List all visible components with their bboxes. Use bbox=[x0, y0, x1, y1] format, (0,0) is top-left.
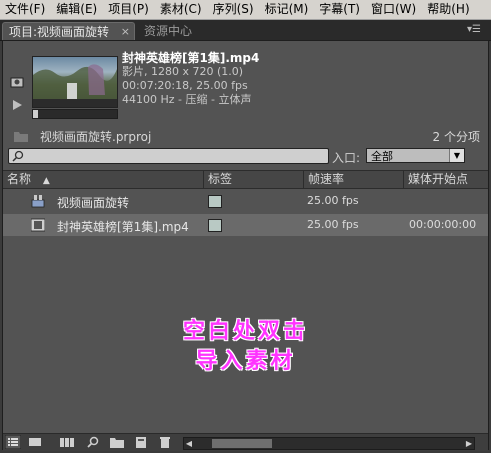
clip-duration: 00:07:20:18, 25.00 fps bbox=[122, 79, 248, 92]
tab-media-browser[interactable]: 资源中心 bbox=[138, 22, 218, 40]
menu-clip[interactable]: 素材(C) bbox=[155, 0, 208, 19]
item-count: 2 个分项 bbox=[432, 130, 480, 144]
list-view-icon[interactable] bbox=[5, 435, 21, 449]
panel-tab-bar: 项目:视频画面旋转 × 资源中心 ▾☰ bbox=[0, 20, 491, 41]
menu-sequence[interactable]: 序列(S) bbox=[208, 0, 260, 19]
column-fps[interactable]: 帧速率 bbox=[303, 171, 403, 188]
label-swatch bbox=[208, 195, 222, 208]
menu-file[interactable]: 文件(F) bbox=[0, 0, 51, 19]
icon-view-icon[interactable] bbox=[27, 435, 43, 449]
preview-controls bbox=[5, 50, 29, 120]
column-label[interactable]: 标签 bbox=[203, 171, 303, 188]
close-icon[interactable]: × bbox=[121, 23, 130, 41]
column-name[interactable]: 名称 ▲ bbox=[3, 171, 203, 188]
tab-project-label: 项目:视频画面旋转 bbox=[9, 25, 110, 39]
clip-info: 封神英雄榜[第1集].mp4 影片, 1280 x 720 (1.0) 00:0… bbox=[122, 51, 259, 107]
search-icon bbox=[12, 149, 24, 163]
row-start: 00:00:00:00 bbox=[409, 218, 477, 231]
label-swatch bbox=[208, 219, 222, 232]
scroll-right-icon[interactable]: ▶ bbox=[464, 438, 474, 449]
in-dropdown[interactable]: 全部 ▼ bbox=[366, 148, 465, 163]
preview-side-icons bbox=[10, 77, 24, 110]
video-clip-icon bbox=[31, 218, 45, 232]
menu-help[interactable]: 帮助(H) bbox=[422, 0, 475, 19]
in-dropdown-value: 全部 bbox=[371, 150, 393, 163]
scroll-left-icon[interactable]: ◀ bbox=[184, 438, 194, 449]
scrollbar-thumb[interactable] bbox=[212, 439, 272, 448]
menu-marker[interactable]: 标记(M) bbox=[260, 0, 315, 19]
clip-audio: 44100 Hz - 压缩 - 立体声 bbox=[122, 93, 252, 106]
sequence-icon bbox=[31, 195, 45, 208]
table-row[interactable]: 视频画面旋转 25.00 fps bbox=[3, 190, 488, 212]
thumbnail-scrubber[interactable] bbox=[32, 109, 118, 119]
bottom-toolbar: ◀ ▶ bbox=[3, 433, 488, 451]
new-bin-icon[interactable] bbox=[109, 435, 125, 449]
thumbnail-scene bbox=[33, 64, 117, 107]
table-row[interactable]: 封神英雄榜[第1集].mp4 25.00 fps 00:00:00:00 bbox=[3, 214, 488, 236]
horizontal-scrollbar[interactable]: ◀ ▶ bbox=[183, 437, 475, 450]
poster-frame-icon[interactable] bbox=[10, 77, 24, 88]
chevron-down-icon[interactable]: ▼ bbox=[449, 149, 464, 162]
automate-to-sequence-icon[interactable] bbox=[59, 435, 75, 449]
project-file-row: 视频画面旋转.prproj 2 个分项 bbox=[8, 128, 486, 144]
tab-project[interactable]: 项目:视频画面旋转 × bbox=[2, 22, 135, 40]
trash-icon[interactable] bbox=[157, 435, 173, 449]
project-name: 视频画面旋转.prproj bbox=[40, 130, 152, 144]
sort-up-icon: ▲ bbox=[42, 176, 50, 186]
scrubber-handle[interactable] bbox=[33, 110, 38, 118]
play-icon[interactable] bbox=[13, 100, 22, 110]
in-label: 入口: bbox=[332, 151, 361, 165]
column-media-start[interactable]: 媒体开始点 bbox=[403, 171, 488, 188]
panel-menu-icon[interactable]: ▾☰ bbox=[465, 23, 483, 37]
table-header: 名称 ▲ 标签 帧速率 媒体开始点 bbox=[3, 170, 488, 189]
search-input[interactable] bbox=[8, 148, 329, 164]
menu-bar: 文件(F) 编辑(E) 项目(P) 素材(C) 序列(S) 标记(M) 字幕(T… bbox=[0, 0, 491, 20]
overlay-hint-line1: 空白处双击 bbox=[182, 319, 308, 344]
menu-edit[interactable]: 编辑(E) bbox=[51, 0, 103, 19]
row-name: 封神英雄榜[第1集].mp4 bbox=[57, 220, 189, 234]
menu-title[interactable]: 字幕(T) bbox=[314, 0, 366, 19]
row-fps: 25.00 fps bbox=[307, 194, 359, 207]
menu-project[interactable]: 项目(P) bbox=[103, 0, 155, 19]
new-item-icon[interactable] bbox=[133, 435, 149, 449]
menu-window[interactable]: 窗口(W) bbox=[366, 0, 422, 19]
clip-format: 影片, 1280 x 720 (1.0) bbox=[122, 65, 244, 78]
column-name-label: 名称 bbox=[7, 172, 32, 186]
row-name: 视频画面旋转 bbox=[57, 196, 130, 210]
clip-thumbnail bbox=[32, 56, 118, 108]
clip-title: 封神英雄榜[第1集].mp4 bbox=[122, 51, 260, 65]
find-icon[interactable] bbox=[85, 435, 101, 449]
overlay-hint-line2: 导入素材 bbox=[195, 349, 296, 374]
folder-icon bbox=[14, 132, 28, 142]
row-fps: 25.00 fps bbox=[307, 218, 359, 231]
